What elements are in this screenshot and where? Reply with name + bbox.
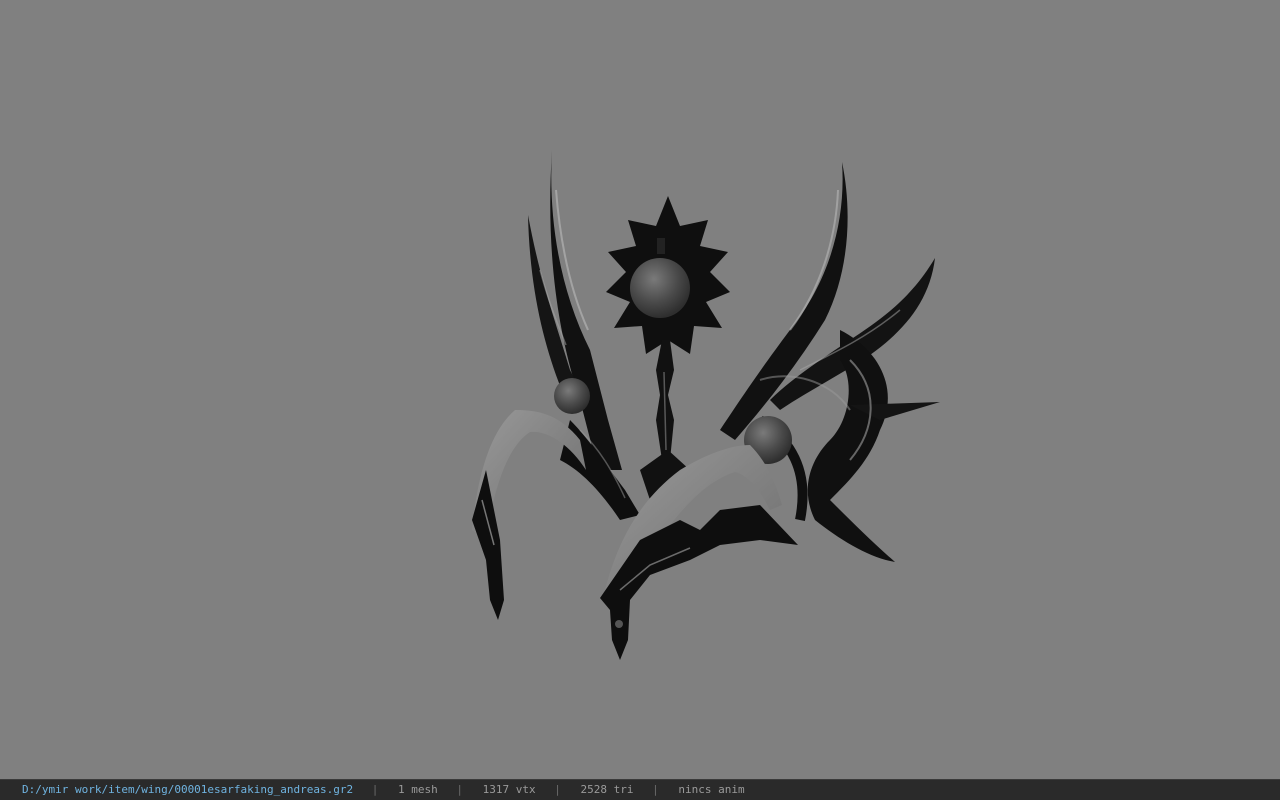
wing-model-render — [472, 150, 940, 660]
vertex-count: 1317 vtx — [482, 783, 536, 796]
status-bar: D:/ymir work/item/wing/00001esarfaking_a… — [0, 779, 1280, 800]
status-separator: | — [554, 783, 561, 796]
animation-status: nincs anim — [678, 783, 745, 796]
model-file-path: D:/ymir work/item/wing/00001esarfaking_a… — [22, 783, 354, 796]
status-separator: | — [371, 783, 379, 796]
mesh-count: 1 mesh — [398, 783, 438, 796]
model-viewport[interactable] — [0, 0, 1280, 779]
triangle-count: 2528 tri — [580, 783, 634, 796]
status-separator: | — [652, 783, 659, 796]
left-wing — [472, 150, 640, 620]
status-separator: | — [456, 783, 464, 796]
